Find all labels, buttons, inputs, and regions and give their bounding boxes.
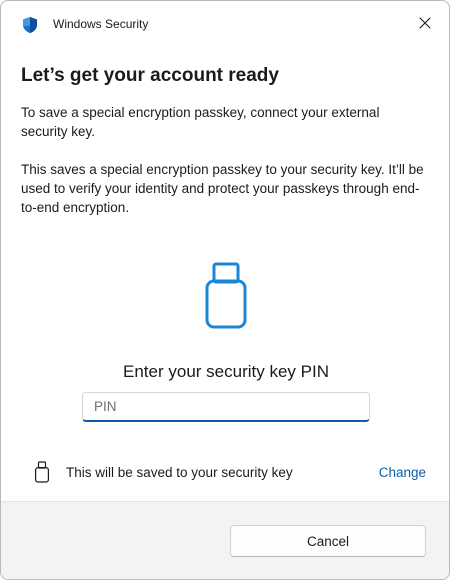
window-title: Windows Security	[53, 17, 149, 31]
dialog-footer: Cancel	[1, 501, 449, 579]
close-icon	[419, 16, 431, 34]
save-location-row: This will be saved to your security key …	[21, 458, 431, 488]
close-button[interactable]	[409, 9, 441, 41]
usb-security-key-icon	[202, 262, 250, 332]
save-location-text: This will be saved to your security key	[66, 465, 293, 480]
change-link[interactable]: Change	[379, 465, 426, 480]
shield-icon	[21, 16, 39, 34]
page-heading: Let’s get your account ready	[21, 65, 279, 86]
pin-label: Enter your security key PIN	[123, 362, 329, 381]
title-bar: Windows Security	[1, 1, 449, 49]
description-text: This saves a special encryption passkey …	[21, 162, 424, 215]
cancel-button[interactable]: Cancel	[230, 525, 426, 557]
usb-security-key-icon	[34, 461, 50, 483]
pin-input[interactable]	[82, 392, 370, 422]
windows-security-dialog: Windows Security Let’s get your account …	[0, 0, 450, 580]
instruction-text: To save a special encryption passkey, co…	[21, 105, 380, 139]
